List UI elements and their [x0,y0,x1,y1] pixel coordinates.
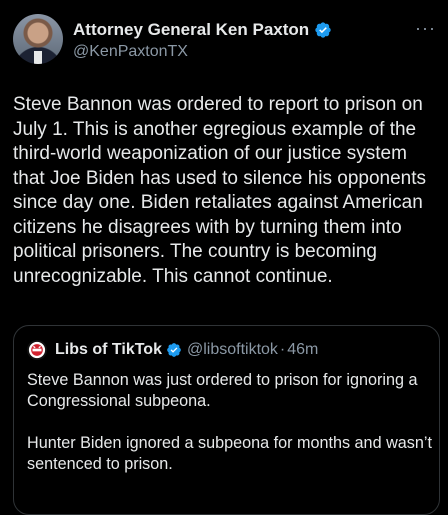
libs-of-tiktok-logo-icon [27,340,47,360]
author-name[interactable]: Attorney General Ken Paxton [73,20,309,40]
tweet-text: Steve Bannon was ordered to report to pr… [13,94,427,287]
quoted-author-handle[interactable]: @libsoftiktok [187,341,278,359]
author-avatar[interactable] [13,14,63,64]
verified-badge-icon [167,343,181,357]
more-icon[interactable]: ··· [415,18,436,39]
tweet-card: Attorney General Ken Paxton @KenPaxtonTX… [0,0,448,515]
quoted-author-name[interactable]: Libs of TikTok [55,341,162,359]
verified-badge-icon [315,22,331,38]
quoted-paragraph-1: Steve Bannon was just ordered to prison … [27,371,418,410]
quoted-timestamp[interactable]: 46m [287,341,318,359]
quoted-tweet[interactable]: Libs of TikTok @libsoftiktok · 46m Steve… [13,325,440,515]
quoted-separator: · [279,341,286,358]
author-handle[interactable]: @KenPaxtonTX [73,43,188,61]
quoted-header: Libs of TikTok @libsoftiktok · 46m [27,340,318,360]
quoted-text: Steve Bannon was just ordered to prison … [27,370,432,475]
author-name-row: Attorney General Ken Paxton [73,20,332,40]
quoted-paragraph-2: Hunter Biden ignored a subpeona for mont… [27,434,432,473]
